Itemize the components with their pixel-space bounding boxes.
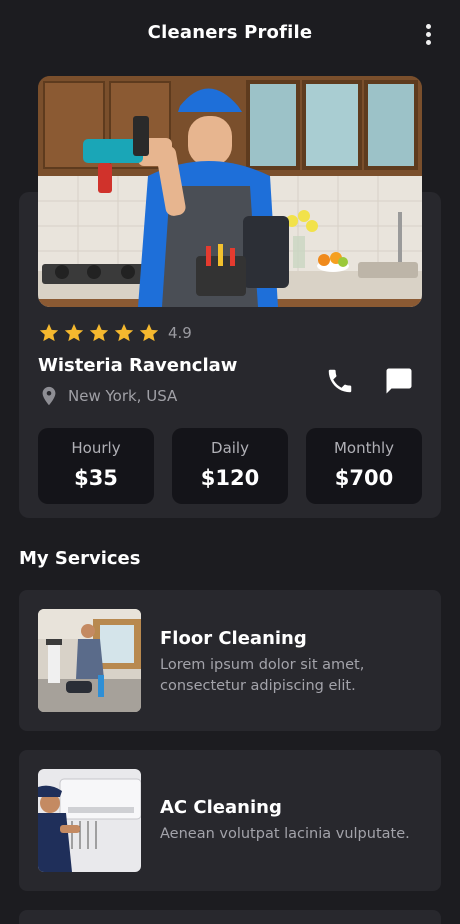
rating-row: 4.9: [38, 321, 192, 345]
service-description: Lorem ipsum dolor sit amet, consectetur …: [160, 657, 365, 694]
phone-icon: [328, 369, 352, 393]
rate-value: $700: [334, 466, 394, 490]
rate-monthly: Monthly $700: [306, 428, 422, 504]
service-card-partial[interactable]: [19, 910, 441, 924]
ac-cleaning-photo: [38, 769, 141, 872]
app-header: Cleaners Profile: [0, 0, 460, 68]
rate-label: Hourly: [71, 439, 121, 457]
floor-cleaning-photo: [38, 609, 141, 712]
star-icon: [64, 323, 84, 342]
star-icon: [89, 323, 109, 342]
rate-daily: Daily $120: [172, 428, 288, 504]
location: New York, USA: [38, 384, 177, 408]
rate-hourly: Hourly $35: [38, 428, 154, 504]
location-text: New York, USA: [68, 387, 178, 405]
page-title: Cleaners Profile: [147, 22, 313, 43]
message-button[interactable]: [384, 366, 414, 396]
call-button[interactable]: [325, 366, 355, 396]
service-title: Floor Cleaning: [160, 628, 307, 649]
map-pin-icon: [42, 386, 56, 406]
service-card-floor-cleaning[interactable]: Floor Cleaning Lorem ipsum dolor sit ame…: [19, 590, 441, 731]
rate-value: $120: [200, 466, 260, 490]
star-icon: [139, 323, 159, 342]
service-title: AC Cleaning: [160, 797, 282, 818]
more-vertical-icon[interactable]: [420, 24, 436, 46]
service-description: Aenean volutpat lacinia vulputate.: [160, 826, 410, 842]
rating-value: 4.9: [168, 324, 192, 342]
rate-label: Daily: [211, 439, 249, 457]
cleaner-photo: [38, 76, 422, 307]
service-card-ac-cleaning[interactable]: AC Cleaning Aenean volutpat lacinia vulp…: [19, 750, 441, 891]
rate-label: Monthly: [333, 439, 395, 457]
star-icon: [114, 323, 134, 342]
chat-icon: [386, 368, 412, 394]
rate-value: $35: [74, 466, 118, 490]
star-icon: [39, 323, 59, 342]
cleaner-name: Wisteria Ravenclaw: [38, 355, 238, 376]
services-heading: My Services: [19, 548, 141, 569]
